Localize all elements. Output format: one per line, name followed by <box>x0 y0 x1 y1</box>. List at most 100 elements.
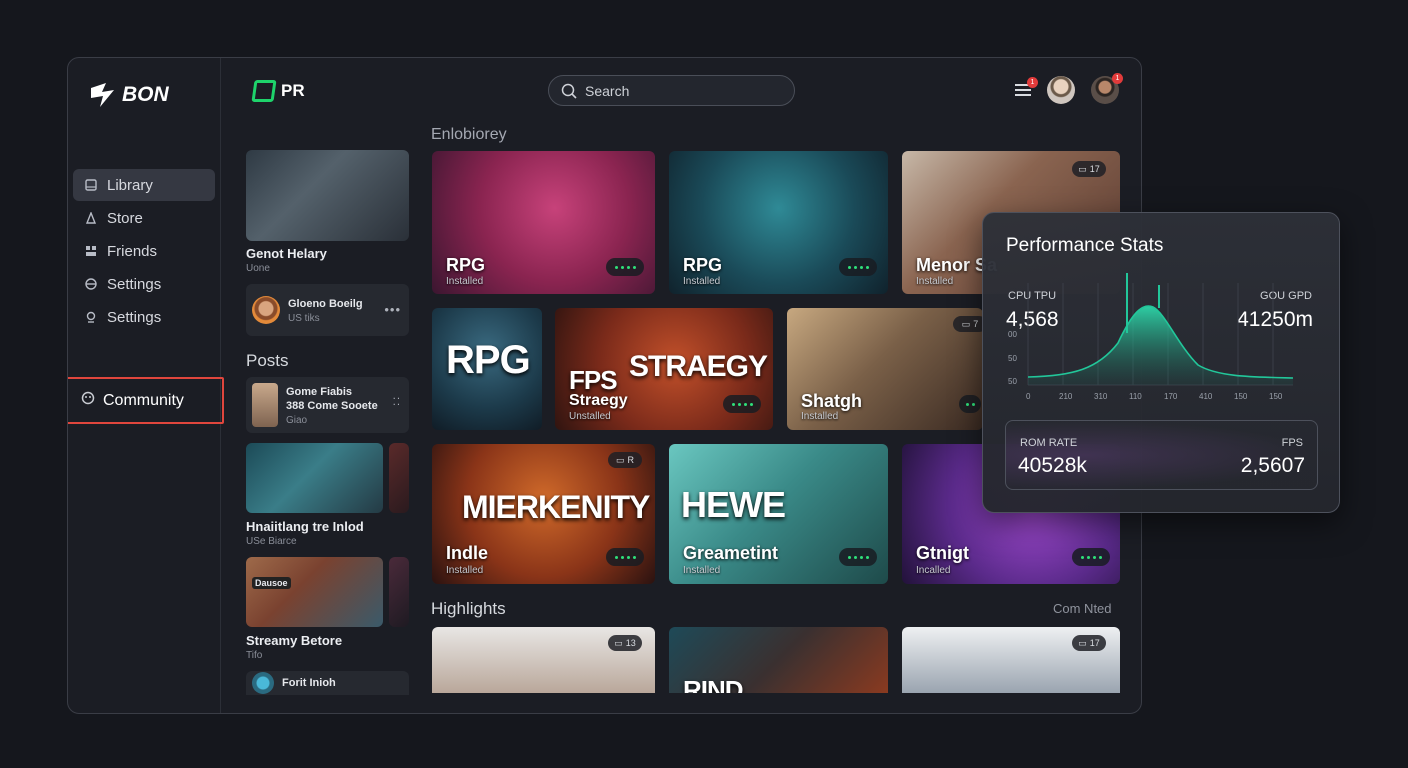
store-icon <box>85 211 97 224</box>
tile-badge: ▭ 17 <box>1072 161 1106 177</box>
sidebar-item-library[interactable]: Library <box>73 169 215 201</box>
post-line-2: 388 Come Sooete <box>286 399 378 412</box>
highlights-link[interactable]: Com Nted <box>1053 601 1112 616</box>
fps-value: 2,5607 <box>1240 454 1305 477</box>
tile-genre: Straegy <box>569 392 628 409</box>
card-thumbnail-partial[interactable] <box>389 557 409 627</box>
search-icon <box>561 83 577 99</box>
game-tile[interactable]: FPS STRAEGY Straegy Unstalled <box>555 308 773 430</box>
pr-logo[interactable]: PR <box>251 80 305 102</box>
search-bar[interactable] <box>548 75 795 106</box>
game-tile[interactable]: HEWE Greametint Installed <box>669 444 888 584</box>
tile-genre: Gtnigt <box>916 543 969 563</box>
search-input[interactable] <box>585 82 775 99</box>
post-subtitle: US tiks <box>288 312 320 324</box>
avatar[interactable] <box>1047 76 1075 104</box>
notifications-button[interactable]: 1 <box>1015 77 1038 96</box>
play-indicator[interactable] <box>606 548 644 566</box>
sidebar-item-label: Friends <box>107 242 158 260</box>
play-indicator[interactable] <box>723 395 761 413</box>
tile-art-title-2: STRAEGY <box>629 350 768 383</box>
x-tick: 210 <box>1059 392 1073 401</box>
card-title[interactable]: Hnaiitlang tre Inlod <box>246 519 409 534</box>
card-thumbnail[interactable]: Dausoe <box>246 557 383 627</box>
highlight-tile[interactable]: ▭ 17 <box>902 627 1120 693</box>
panel-title: Performance Stats <box>1006 235 1164 256</box>
post-item[interactable]: Gome Fiabis 388 Come Sooete Giao ⁚⁚ <box>246 377 409 433</box>
controller-icon: ▭ <box>614 637 623 648</box>
card-thumbnail[interactable] <box>246 443 383 513</box>
sidebar-item-label: Store <box>107 209 143 227</box>
x-tick: 150 <box>1234 392 1248 401</box>
featured-post[interactable]: Gloeno Boeilg US tiks ••• <box>246 284 409 336</box>
featured-title[interactable]: Genot Helary <box>246 246 409 261</box>
tile-genre: Shatgh <box>801 391 862 411</box>
card-row <box>246 443 409 513</box>
fps-box: ROM RATE 40528k FPS 2,5607 <box>1005 420 1318 490</box>
brand-logo[interactable]: BON <box>88 80 169 110</box>
tile-genre: Indle <box>446 543 489 563</box>
card-row: Dausoe <box>246 557 409 627</box>
tile-genre: RPG <box>446 255 486 275</box>
brand-icon <box>91 83 114 107</box>
highlight-tile[interactable]: ▭ 13 <box>432 627 655 693</box>
fps-label: FPS <box>1281 437 1303 449</box>
tile-badge: ▭ R <box>608 452 642 468</box>
tile-art-title: RIND <box>683 675 744 693</box>
y-tick: 50 <box>1008 354 1017 363</box>
sidebar-item-settings-2[interactable]: Settings <box>73 301 215 333</box>
play-indicator[interactable] <box>839 258 877 276</box>
post-title: Gloeno Boeilg <box>288 297 363 310</box>
avatar <box>252 383 278 427</box>
play-indicator[interactable] <box>959 395 981 413</box>
tile-badge: ▭ 7 <box>953 316 983 332</box>
pr-logo-text: PR <box>281 81 305 100</box>
sidebar-item-community[interactable]: Community <box>68 377 224 424</box>
section-heading: Enlobiorey <box>431 126 507 143</box>
avatar <box>252 296 280 324</box>
badge-value: 7 <box>973 319 979 329</box>
card-thumbnail-partial[interactable] <box>389 443 409 513</box>
card-badge: Dausoe <box>252 577 291 589</box>
controller-icon: ▭ <box>615 454 625 465</box>
tile-badge: ▭ 17 <box>1072 635 1106 651</box>
play-indicator[interactable] <box>839 548 877 566</box>
card-subtitle: USe Biarce <box>246 536 297 547</box>
tile-status: Unstalled <box>569 411 611 422</box>
sidebar-item-label: Settings <box>107 308 162 326</box>
game-tile[interactable]: MIERKENITY Indle Installed ▭ R <box>432 444 655 584</box>
tile-art-title: MIERKENITY <box>462 489 650 525</box>
more-icon[interactable]: ••• <box>384 302 401 317</box>
badge-value: 17 <box>1089 638 1100 648</box>
controller-icon: ▭ <box>961 318 971 329</box>
profile-avatar[interactable]: 1 <box>1091 73 1123 104</box>
game-tile[interactable]: Shatgh Installed ▭ 7 <box>787 308 983 430</box>
game-tile[interactable]: RPG Installed <box>432 151 655 294</box>
highlight-tile[interactable]: RIND <box>669 627 888 693</box>
app-window: BON Library Store Friends Settings Setti… <box>67 57 1142 714</box>
brand-name: BON <box>122 83 169 106</box>
expand-icon[interactable]: ⁚⁚ <box>393 397 401 408</box>
play-indicator[interactable] <box>1072 548 1110 566</box>
x-tick: 150 <box>1269 392 1283 401</box>
sidebar-item-label: Settings <box>107 275 162 293</box>
post-item[interactable]: Forit Inioh <box>246 671 409 695</box>
sidebar-item-friends[interactable]: Friends <box>73 235 215 267</box>
sidebar-item-settings[interactable]: Settings <box>73 268 215 300</box>
game-tile[interactable]: RPG <box>432 308 542 430</box>
tile-status: Incalled <box>916 565 951 576</box>
notification-badge: 1 <box>1027 77 1038 88</box>
featured-thumbnail[interactable] <box>246 150 409 241</box>
sidebar-item-store[interactable]: Store <box>73 202 215 234</box>
x-tick: 410 <box>1199 392 1213 401</box>
tile-status: Installed <box>916 276 954 287</box>
community-label: Community <box>103 391 184 409</box>
play-indicator[interactable] <box>606 258 644 276</box>
x-tick: 0 <box>1026 392 1031 401</box>
community-icon <box>81 391 95 410</box>
card-title[interactable]: Streamy Betore <box>246 633 409 648</box>
game-tile[interactable]: RPG Installed <box>669 151 888 294</box>
tile-status: Installed <box>683 565 721 576</box>
tile-status: Installed <box>446 276 484 287</box>
post-subtitle: Giao <box>286 414 308 426</box>
